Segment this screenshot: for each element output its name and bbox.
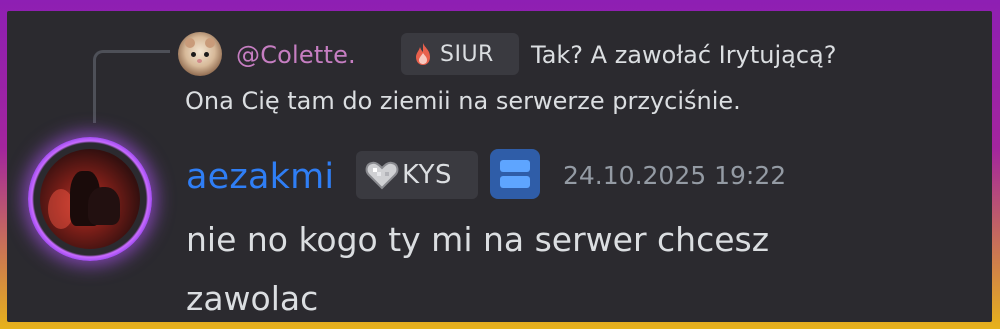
- heart-icon: [365, 161, 399, 190]
- message-content-line2: zawolac: [186, 279, 319, 318]
- message-card: @Colette. SIUR Tak? A zawołać Irytującą?…: [7, 11, 992, 322]
- reply-author-name[interactable]: @Colette.: [236, 41, 356, 69]
- message-content-line1: nie no kogo ty mi na serwer chcesz: [186, 220, 770, 259]
- reply-badge-label: SIUR: [440, 41, 494, 67]
- reply-preview-line1[interactable]: Tak? A zawołać Irytującą?: [531, 41, 836, 69]
- message-content: nie no kogo ty mi na serwer chcesz zawol…: [186, 210, 946, 322]
- reply-role-badge[interactable]: SIUR: [401, 33, 519, 75]
- flame-icon: [416, 43, 430, 65]
- author-role-badge[interactable]: KYS: [356, 151, 478, 199]
- reply-connector-line: [93, 50, 170, 123]
- message-author-name[interactable]: aezakmi: [186, 157, 334, 197]
- author-badge-label: KYS: [402, 160, 453, 190]
- avatar[interactable]: [40, 149, 140, 249]
- reply-preview-line2[interactable]: Ona Cię tam do ziemii na serwerze przyci…: [185, 87, 741, 115]
- message-timestamp[interactable]: 24.10.2025 19:22: [563, 161, 786, 190]
- server-icon[interactable]: [490, 149, 540, 199]
- reply-avatar[interactable]: [178, 32, 222, 76]
